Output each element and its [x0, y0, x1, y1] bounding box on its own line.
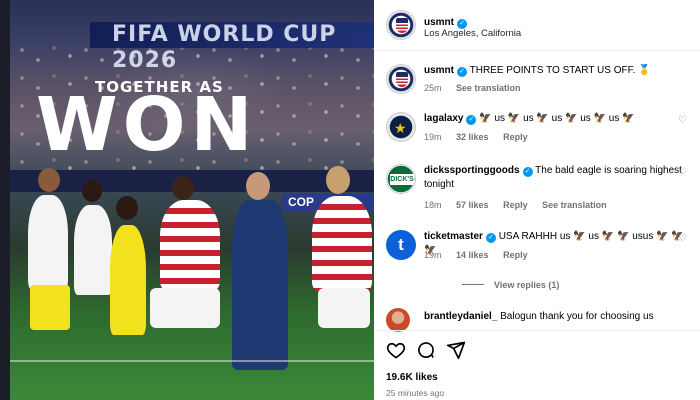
comment-likes[interactable]: 14 likes — [456, 250, 489, 260]
usmnt-avatar[interactable] — [386, 64, 416, 94]
world-cup-banner: FIFA WORLD CUP 2026 — [90, 22, 374, 73]
comment-meta: 25m See translation — [424, 83, 533, 93]
comment-item: brantleydaniel_ Balogun thank you for ch… — [386, 308, 692, 332]
usmnt-avatar[interactable] — [386, 10, 416, 40]
pitch-line — [10, 360, 374, 362]
comment-item: t ticketmaster ✓ USA RAHHH us 🦅 us 🦅 🦅 us… — [386, 230, 692, 264]
player-head — [172, 176, 194, 200]
comment-time: 19m — [424, 132, 442, 142]
comment-icon[interactable] — [416, 340, 436, 360]
player-head — [116, 196, 138, 220]
see-translation-link[interactable]: See translation — [456, 83, 521, 93]
comment-body: brantleydaniel_ Balogun thank you for ch… — [424, 310, 692, 324]
galaxy-star-icon: ★ — [394, 120, 407, 136]
comment-username[interactable]: dickssportinggoods — [424, 165, 520, 176]
player-head — [82, 180, 102, 202]
verified-icon: ✓ — [522, 167, 533, 177]
verified-icon: ✓ — [485, 233, 496, 243]
comment-likes[interactable]: 32 likes — [456, 132, 489, 142]
view-replies-button[interactable]: View replies (1) — [462, 280, 559, 290]
graphic-headline-large: WON — [36, 82, 258, 168]
comment-time: 18m — [424, 200, 442, 210]
ticketmaster-logo-icon: t — [398, 235, 404, 254]
media-edge-strip — [0, 0, 10, 400]
comment-meta: 19m 32 likes Reply — [424, 132, 540, 142]
share-icon[interactable] — [446, 340, 466, 360]
post-timestamp: 25 minutes ago — [386, 388, 445, 398]
post-actions — [386, 340, 692, 360]
player-head — [38, 168, 60, 192]
reply-button[interactable]: Reply — [503, 132, 528, 142]
comment-username[interactable]: ticketmaster — [424, 231, 483, 242]
verified-icon: ✓ — [457, 67, 467, 77]
ticketmaster-avatar[interactable]: t — [386, 230, 416, 260]
player-figure — [150, 288, 220, 328]
actions-divider — [374, 330, 700, 331]
comment-text: Balogun thank you for choosing us — [500, 311, 654, 322]
header-username[interactable]: usmnt — [424, 17, 454, 28]
comment-body: lagalaxy ✓ 🦅 us 🦅 us 🦅 us 🦅 us 🦅 us 🦅 — [424, 112, 692, 126]
comment-time: 25m — [424, 83, 442, 93]
us-soccer-crest-icon — [396, 72, 408, 87]
comment-text: THREE POINTS TO START US OFF. 🥇 — [469, 65, 651, 76]
brantley-avatar[interactable] — [386, 308, 410, 332]
comment-meta: 18m 57 likes Reply See translation — [424, 200, 619, 210]
caption-comment: usmnt ✓ THREE POINTS TO START US OFF. 🥇 2… — [386, 64, 692, 98]
comment-username[interactable]: usmnt — [424, 65, 454, 76]
dicks-avatar[interactable]: DICK'S — [386, 164, 416, 194]
comment-like-heart-icon[interactable]: ♡ — [678, 116, 688, 126]
comment-body: usmnt ✓ THREE POINTS TO START US OFF. 🥇 — [424, 64, 692, 78]
heart-icon[interactable] — [386, 340, 406, 360]
reply-button[interactable]: Reply — [503, 200, 528, 210]
comment-time: 19m — [424, 250, 442, 260]
coach-head — [246, 172, 270, 200]
post-sidebar: usmnt ✓ Los Angeles, California usmnt ✓ TH… — [374, 0, 700, 400]
player-figure — [318, 288, 370, 328]
reply-button[interactable]: Reply — [503, 250, 528, 260]
comment-likes[interactable]: 57 likes — [456, 200, 489, 210]
comment-item: ★ lagalaxy ✓ 🦅 us 🦅 us 🦅 us 🦅 us 🦅 us 🦅 1… — [386, 112, 692, 146]
comment-body: dickssportinggoods ✓ The bald eagle is so… — [424, 164, 692, 192]
comment-username[interactable]: lagalaxy — [424, 113, 463, 124]
player-figure — [110, 225, 146, 335]
comment-text: 🦅 us 🦅 us 🦅 us 🦅 us 🦅 us 🦅 — [479, 113, 635, 124]
replies-line — [462, 284, 484, 285]
player-figure — [28, 195, 68, 290]
comment-like-heart-icon[interactable]: ♡ — [678, 168, 688, 178]
lagalaxy-avatar[interactable]: ★ — [386, 112, 416, 142]
player-figure — [30, 285, 70, 330]
comment-item: DICK'S dickssportinggoods ✓ The bald eagl… — [386, 164, 692, 212]
comment-meta: 19m 14 likes Reply — [424, 250, 540, 260]
view-replies-label: View replies (1) — [494, 280, 560, 290]
see-translation-link[interactable]: See translation — [542, 200, 607, 210]
post-location[interactable]: Los Angeles, California — [424, 28, 521, 39]
comment-username[interactable]: brantleydaniel_ — [424, 311, 497, 322]
post-header: usmnt ✓ Los Angeles, California — [374, 0, 700, 51]
player-figure — [312, 196, 372, 291]
us-soccer-crest-icon — [396, 18, 408, 33]
player-figure — [160, 200, 220, 290]
coach-figure — [232, 200, 288, 370]
verified-icon: ✓ — [466, 115, 477, 125]
player-head — [326, 166, 350, 194]
post-media[interactable]: FIFA WORLD CUP 2026 TOGETHER AS WON COP — [0, 0, 374, 400]
dicks-logo-icon: DICK'S — [390, 174, 414, 185]
player-figure — [74, 205, 112, 295]
likes-count[interactable]: 19.6K likes — [386, 372, 438, 383]
comment-like-heart-icon[interactable]: ♡ — [678, 234, 688, 244]
